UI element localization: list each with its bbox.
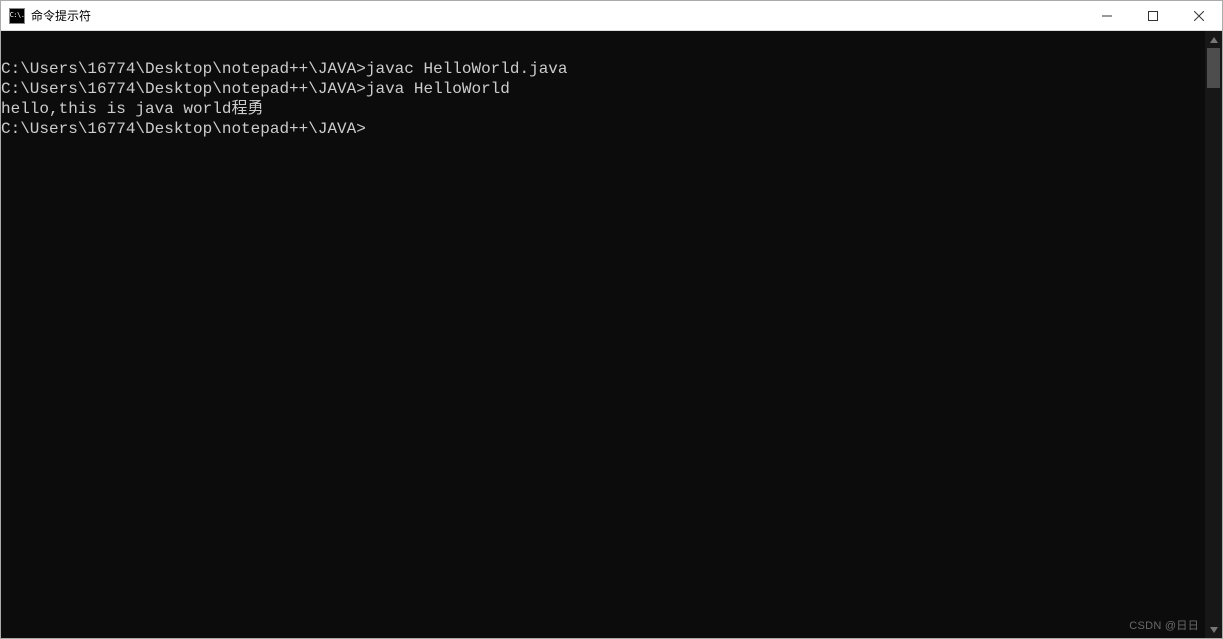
minimize-icon: [1102, 11, 1112, 21]
maximize-icon: [1148, 11, 1158, 21]
close-icon: [1194, 11, 1204, 21]
app-icon-text: C:\.: [10, 12, 25, 19]
terminal-line: hello,this is java world程勇: [1, 99, 1205, 119]
scroll-up-arrow-icon[interactable]: [1205, 31, 1222, 48]
window-controls: [1084, 1, 1222, 30]
terminal-output[interactable]: C:\Users\16774\Desktop\notepad++\JAVA>ja…: [1, 31, 1205, 638]
command-prompt-window: C:\. 命令提示符 C:\Users\16774\Desktop\notepa…: [0, 0, 1223, 639]
watermark: CSDN @日日: [1129, 617, 1199, 633]
terminal-area: C:\Users\16774\Desktop\notepad++\JAVA>ja…: [1, 31, 1222, 638]
terminal-line: C:\Users\16774\Desktop\notepad++\JAVA>ja…: [1, 59, 1205, 79]
close-button[interactable]: [1176, 1, 1222, 30]
minimize-button[interactable]: [1084, 1, 1130, 30]
scroll-down-arrow-icon[interactable]: [1205, 621, 1222, 638]
vertical-scrollbar[interactable]: [1205, 31, 1222, 638]
titlebar[interactable]: C:\. 命令提示符: [1, 1, 1222, 31]
app-icon: C:\.: [9, 8, 25, 24]
window-title: 命令提示符: [31, 7, 1084, 24]
scroll-thumb[interactable]: [1207, 48, 1220, 88]
terminal-line: C:\Users\16774\Desktop\notepad++\JAVA>: [1, 119, 1205, 139]
maximize-button[interactable]: [1130, 1, 1176, 30]
terminal-line: C:\Users\16774\Desktop\notepad++\JAVA>ja…: [1, 79, 1205, 99]
